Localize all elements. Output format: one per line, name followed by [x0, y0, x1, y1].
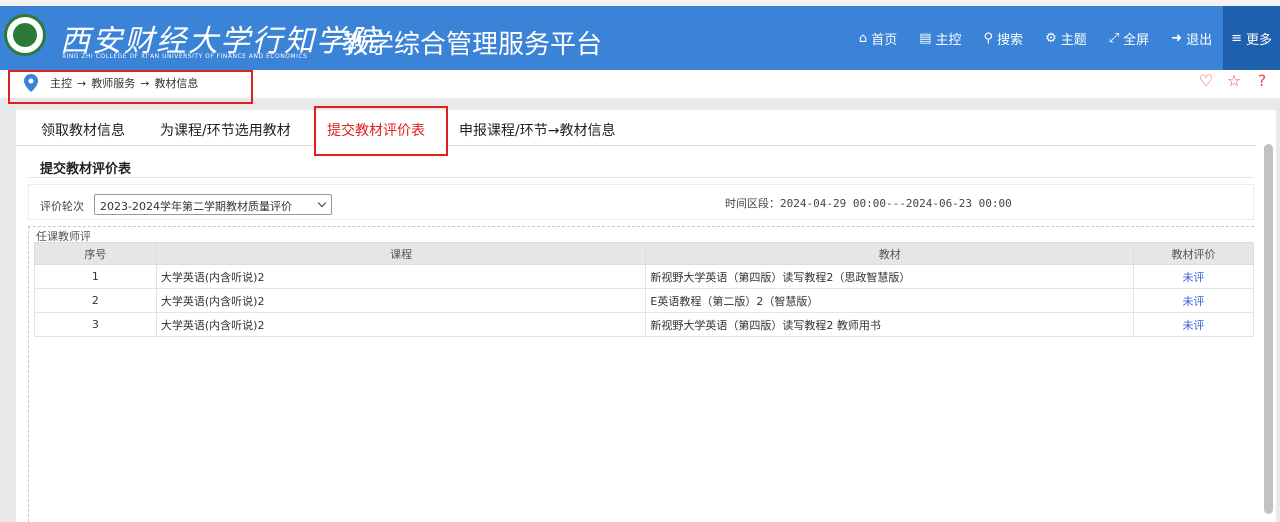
evaluation-round-label: 评价轮次 — [40, 200, 84, 213]
evaluate-link[interactable]: 未评 — [1183, 295, 1205, 308]
star-icon[interactable]: ☆ — [1226, 73, 1242, 89]
cell-course: 大学英语(内含听说)2 — [155, 288, 647, 313]
section-divider — [28, 177, 1254, 178]
table-row: 3 大学英语(内含听说)2 新视野大学英语（第四版）读写教程2 教师用书 未评 — [34, 312, 1254, 337]
nav-fullscreen-label: 全屏 — [1123, 32, 1150, 48]
cell-textbook: 新视野大学英语（第四版）读写教程2 教师用书 — [645, 312, 1135, 337]
search-icon: ⚲ — [983, 30, 994, 46]
theme-icon: ⚙ — [1045, 30, 1057, 46]
nav-home-label: 首页 — [871, 32, 898, 48]
nav-more-label: 更多 — [1245, 32, 1272, 48]
home-icon: ⌂ — [858, 30, 868, 46]
evaluation-round-value: 2023-2024学年第二学期教材质量评价 — [100, 200, 292, 213]
nav-more[interactable]: ≡ 更多 — [1223, 6, 1280, 70]
table-row: 2 大学英语(内含听说)2 E英语教程（第二版）2（智慧版） 未评 — [34, 288, 1254, 313]
cell-evaluation: 未评 — [1133, 312, 1254, 337]
breadcrumb-highlight-box — [8, 70, 253, 104]
column-header-evaluation: 教材评价 — [1133, 242, 1254, 265]
nav-theme[interactable]: ⚙ 主题 — [1034, 6, 1098, 70]
menu-icon: ≡ — [1231, 30, 1242, 46]
top-nav: ⌂ 首页 ▤ 主控 ⚲ 搜索 ⚙ 主题 ⤢ 全屏 ➜ 退出 ≡ 更多 — [848, 6, 1280, 70]
cell-no: 3 — [34, 312, 157, 337]
school-logo — [4, 14, 46, 56]
cell-no: 1 — [34, 264, 157, 289]
nav-console[interactable]: ▤ 主控 — [908, 6, 972, 70]
chevron-down-icon — [317, 198, 327, 208]
cell-textbook: 新视野大学英语（第四版）读写教程2（思政智慧版） — [645, 264, 1135, 289]
console-icon: ▤ — [919, 30, 932, 46]
platform-title: 教学综合管理服务平台 — [342, 30, 603, 60]
cell-evaluation: 未评 — [1133, 264, 1254, 289]
active-tab-highlight-box — [314, 106, 448, 156]
evaluation-round-select[interactable]: 2023-2024学年第二学期教材质量评价 — [94, 194, 332, 215]
nav-console-label: 主控 — [935, 32, 962, 48]
cell-course: 大学英语(内含听说)2 — [155, 264, 647, 289]
fullscreen-icon: ⤢ — [1108, 30, 1120, 46]
tab-declare-textbook[interactable]: 申报课程/环节→教材信息 — [459, 120, 615, 140]
logo-emblem-icon — [13, 23, 37, 47]
vertical-scrollbar[interactable] — [1264, 144, 1273, 514]
help-icon[interactable]: ? — [1254, 73, 1270, 89]
logout-icon: ➜ — [1171, 30, 1183, 46]
cell-textbook: E英语教程（第二版）2（智慧版） — [645, 288, 1135, 313]
nav-fullscreen[interactable]: ⤢ 全屏 — [1098, 6, 1160, 70]
cell-course: 大学英语(内含听说)2 — [155, 312, 647, 337]
column-header-course: 课程 — [155, 242, 647, 265]
heart-icon[interactable]: ♡ — [1198, 73, 1214, 89]
evaluate-link[interactable]: 未评 — [1183, 319, 1205, 332]
evaluation-table: 序号 课程 教材 教材评价 1 大学英语(内含听说)2 新视野大学英语（第四版）… — [34, 242, 1254, 337]
section-title: 提交教材评价表 — [40, 162, 132, 177]
column-header-textbook: 教材 — [645, 242, 1135, 265]
nav-home[interactable]: ⌂ 首页 — [848, 6, 908, 70]
toolbar-icons: ♡ ☆ ? — [1198, 73, 1270, 89]
nav-search-label: 搜索 — [997, 32, 1024, 48]
table-header-row: 序号 课程 教材 教材评价 — [34, 242, 1254, 265]
evaluate-link[interactable]: 未评 — [1183, 271, 1205, 284]
nav-theme-label: 主题 — [1060, 32, 1087, 48]
nav-logout[interactable]: ➜ 退出 — [1160, 6, 1223, 70]
column-header-no: 序号 — [34, 242, 157, 265]
time-range-text: 时间区段：2024-04-29 00:00---2024-06-23 00:00 — [725, 197, 1012, 210]
nav-logout-label: 退出 — [1186, 32, 1213, 48]
nav-search[interactable]: ⚲ 搜索 — [973, 6, 1035, 70]
cell-evaluation: 未评 — [1133, 288, 1254, 313]
tab-select-textbook[interactable]: 为课程/环节选用教材 — [160, 120, 291, 140]
table-row: 1 大学英语(内含听说)2 新视野大学英语（第四版）读写教程2（思政智慧版） 未… — [34, 264, 1254, 289]
tab-receive-textbook[interactable]: 领取教材信息 — [41, 120, 125, 140]
cell-no: 2 — [34, 288, 157, 313]
school-name-en: XING ZHI COLLEGE OF XI'AN UNIVERSITY OF … — [62, 53, 308, 60]
